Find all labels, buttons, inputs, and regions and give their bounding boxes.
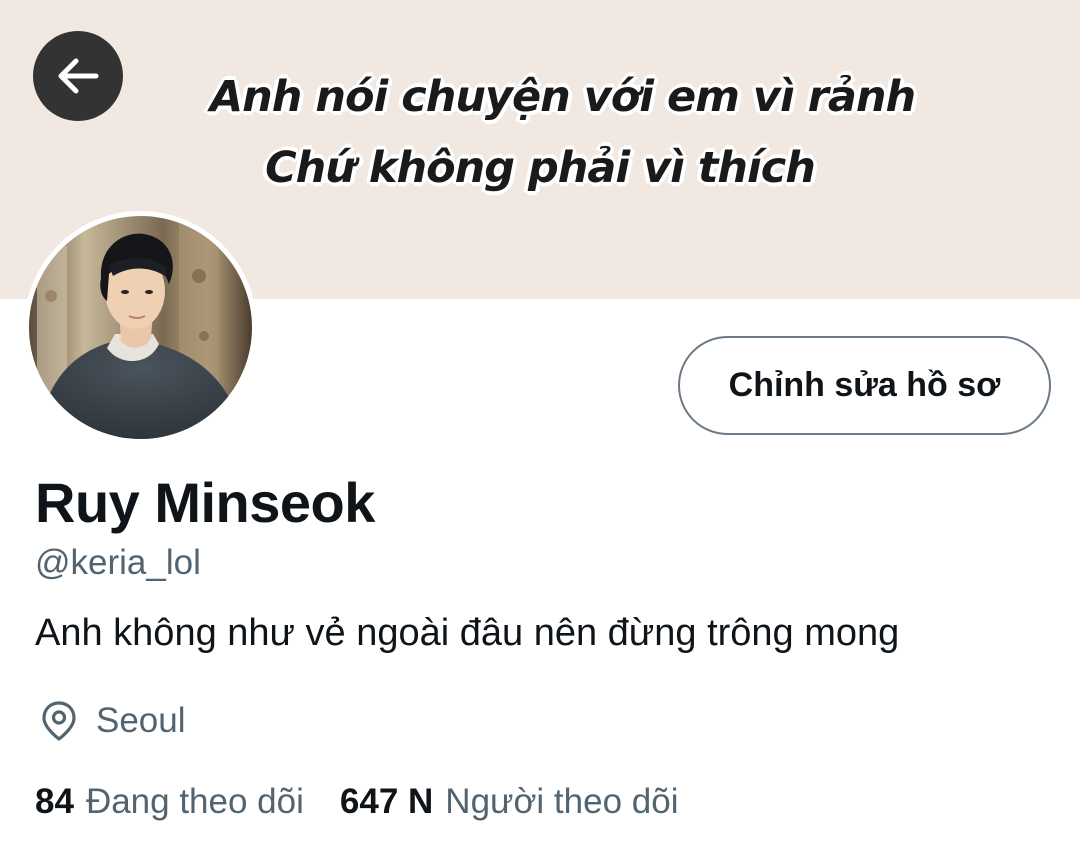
follow-stats: 84 Đang theo dõi 647 N Người theo dõi <box>35 782 678 822</box>
followers-label: Người theo dõi <box>445 782 679 821</box>
location-text: Seoul <box>96 701 186 740</box>
following-label: Đang theo dõi <box>85 782 304 821</box>
edit-profile-button[interactable]: Chỉnh sửa hồ sơ <box>678 336 1051 435</box>
followers-count: 647 N <box>339 782 434 821</box>
followers-link[interactable]: 647 N Người theo dõi <box>340 782 679 822</box>
avatar[interactable] <box>24 211 257 444</box>
profile-bio: Anh không như vẻ ngoài đâu nên đừng trôn… <box>35 612 900 654</box>
following-count: 84 <box>35 782 74 821</box>
following-link[interactable]: 84 Đang theo dõi <box>35 782 304 822</box>
username-handle: @keria_lol <box>35 543 201 582</box>
banner-caption-line-1: Anh nói chuyện với em vì rảnh <box>209 72 916 122</box>
profile-location: Seoul <box>37 699 186 743</box>
display-name: Ruy Minseok <box>35 471 375 534</box>
banner-caption-line-2: Chứ không phải vì thích <box>265 143 816 193</box>
avatar-photo <box>29 216 252 439</box>
profile-page: Anh nói chuyện với em vì rảnh Chứ không … <box>0 0 1080 846</box>
map-pin-icon <box>42 701 76 741</box>
